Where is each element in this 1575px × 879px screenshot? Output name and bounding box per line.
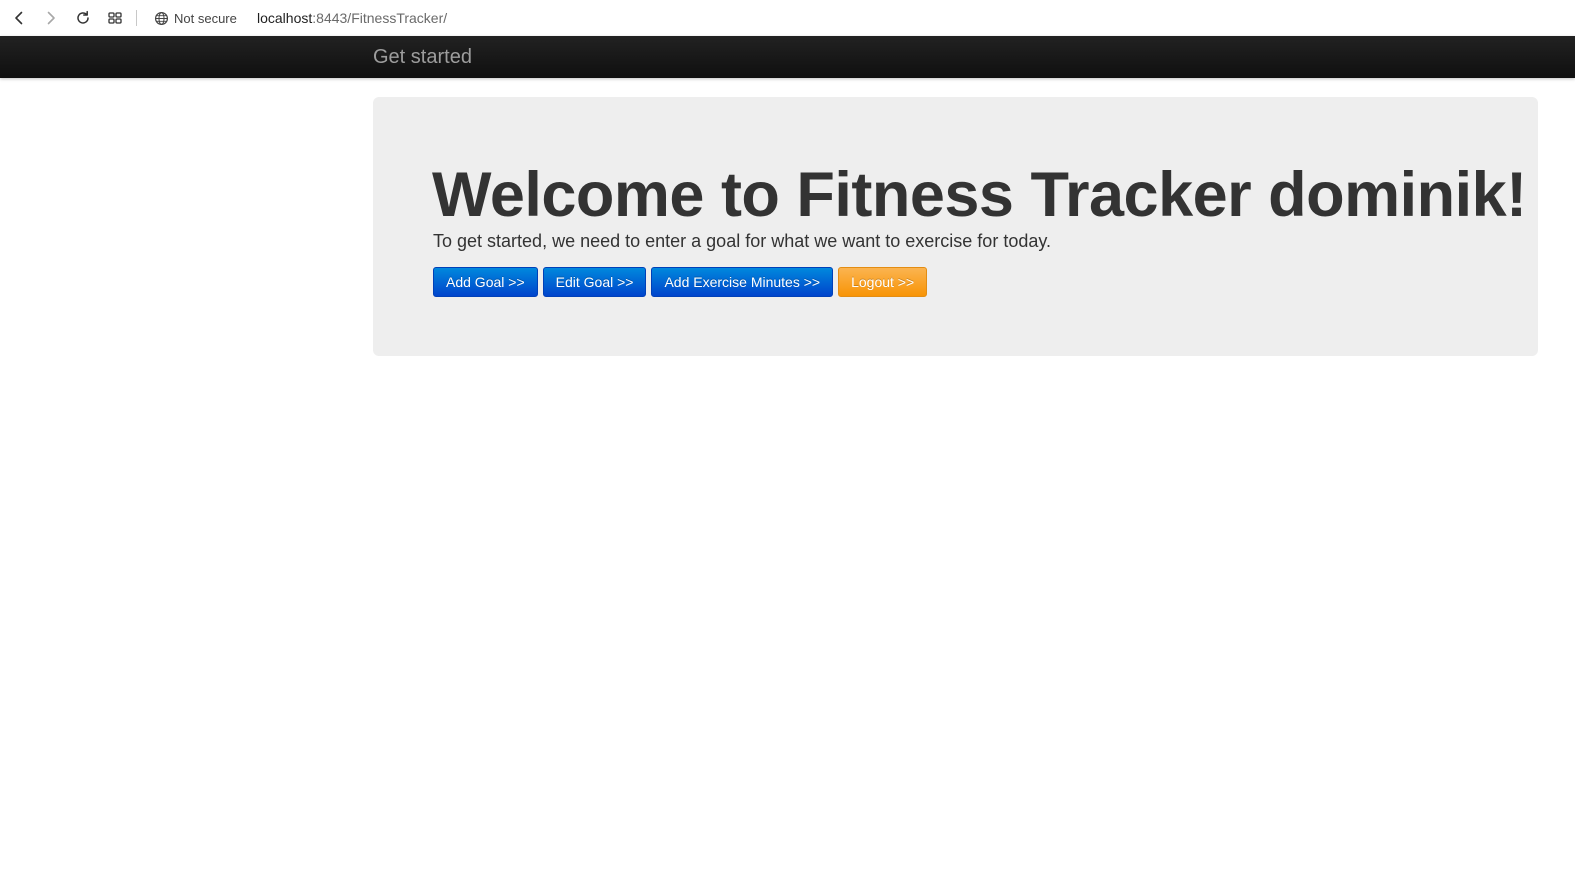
add-goal-button[interactable]: Add Goal >>: [433, 267, 538, 297]
logout-button[interactable]: Logout >>: [838, 267, 928, 297]
address-bar[interactable]: localhost:8443/FitnessTracker/: [257, 8, 447, 28]
toolbar-divider: [136, 10, 137, 26]
url-path: :8443/FitnessTracker/: [312, 10, 448, 26]
page-title: Welcome to Fitness Tracker dominik!: [432, 160, 1527, 230]
add-exercise-minutes-button[interactable]: Add Exercise Minutes >>: [651, 267, 834, 297]
browser-toolbar: Not secure localhost:8443/FitnessTracker…: [0, 0, 1575, 36]
url-host: localhost: [257, 10, 313, 26]
site-security-indicator[interactable]: Not secure: [154, 8, 237, 28]
reload-button[interactable]: [71, 6, 95, 30]
forward-button[interactable]: [39, 6, 63, 30]
security-label: Not secure: [174, 10, 237, 26]
globe-icon: [154, 11, 169, 25]
action-buttons: Add Goal >> Edit Goal >> Add Exercise Mi…: [433, 267, 928, 297]
back-button[interactable]: [7, 6, 31, 30]
lead-text: To get started, we need to enter a goal …: [433, 231, 1052, 251]
back-arrow-icon: [15, 11, 23, 25]
edit-goal-button[interactable]: Edit Goal >>: [542, 267, 647, 297]
tab-grid-button[interactable]: [103, 6, 127, 30]
navbar-brand[interactable]: Get started: [373, 45, 472, 69]
top-navbar: Get started: [0, 36, 1575, 78]
tab-grid-icon: [108, 12, 122, 24]
forward-arrow-icon: [47, 11, 55, 25]
welcome-jumbotron: Welcome to Fitness Tracker dominik! To g…: [373, 97, 1538, 356]
reload-icon: [77, 10, 89, 24]
